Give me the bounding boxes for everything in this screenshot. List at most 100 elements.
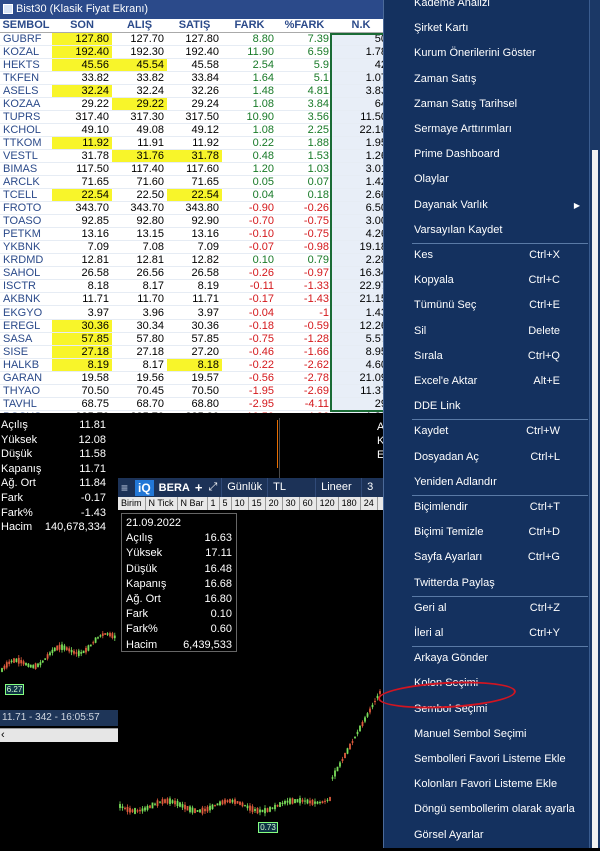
table-row[interactable]: HEKTS 45.56 45.54 45.58 2.54 5.9 42 <box>0 58 390 72</box>
cell-sym[interactable]: TUPRS <box>0 110 52 124</box>
cell-nk[interactable]: 2.66 <box>332 188 390 203</box>
cell-fark[interactable]: -0.10 <box>222 227 277 242</box>
interval-nbar[interactable]: N Bar <box>178 497 208 510</box>
cell-nk[interactable]: 1.26 <box>332 149 390 163</box>
cell-son[interactable]: 68.75 <box>52 397 112 411</box>
cell-son[interactable]: 117.50 <box>52 162 112 177</box>
cell-sym[interactable]: KOZAA <box>0 97 52 111</box>
table-row[interactable]: VESTL 31.78 31.76 31.78 0.48 1.53 1.26 <box>0 149 390 163</box>
menu-item[interactable]: Tümünü Seç Ctrl+E <box>384 293 590 318</box>
cell-fark[interactable]: -0.56 <box>222 371 277 385</box>
cell-fark[interactable]: -0.26 <box>222 266 277 281</box>
cell-son[interactable]: 32.24 <box>52 84 112 98</box>
cell-fark[interactable]: -0.17 <box>222 292 277 307</box>
table-row[interactable]: KOZAA 29.22 29.22 29.24 1.08 3.84 64 <box>0 97 390 111</box>
table-row[interactable]: YKBNK 7.09 7.08 7.09 -0.07 -0.98 19.18 <box>0 240 390 255</box>
cell-satis[interactable]: 8.18 <box>167 358 222 372</box>
cell-son[interactable]: 30.36 <box>52 319 112 333</box>
cell-alis[interactable]: 19.56 <box>112 371 167 385</box>
scrollbar-thumb[interactable] <box>592 150 598 848</box>
cell-satis[interactable]: 12.82 <box>167 253 222 268</box>
cell-son[interactable]: 70.50 <box>52 384 112 398</box>
cell-satis[interactable]: 11.71 <box>167 292 222 307</box>
cell-sym[interactable]: ASELS <box>0 84 52 98</box>
cell-alis[interactable]: 45.54 <box>112 58 167 72</box>
cell-satis[interactable]: 92.90 <box>167 214 222 229</box>
table-row[interactable]: FROTO 343.70 343.70 343.80 -0.90 -0.26 6.50 <box>0 201 390 216</box>
cell-alis[interactable]: 11.91 <box>112 136 167 150</box>
cell-son[interactable]: 22.54 <box>52 188 112 203</box>
cell-fark[interactable]: -0.07 <box>222 240 277 255</box>
table-row[interactable]: AKBNK 11.71 11.70 11.71 -0.17 -1.43 21.15 <box>0 292 390 307</box>
cell-alis[interactable]: 71.60 <box>112 175 167 190</box>
cell-satis[interactable]: 57.85 <box>167 332 222 346</box>
cell-satis[interactable]: 45.58 <box>167 58 222 72</box>
cell-alis[interactable]: 11.70 <box>112 292 167 307</box>
cell-sym[interactable]: EKGYO <box>0 305 52 320</box>
table-row[interactable]: PETKM 13.16 13.15 13.16 -0.10 -0.75 4.26 <box>0 227 390 242</box>
cell-sym[interactable]: YKBNK <box>0 240 52 255</box>
table-row[interactable]: ARCLK 71.65 71.60 71.65 0.05 0.07 1.42 <box>0 175 390 190</box>
menu-item[interactable]: Zaman Satış <box>384 67 590 92</box>
cell-sym[interactable]: FROTO <box>0 201 52 216</box>
menu-item[interactable]: İleri al Ctrl+Y <box>384 621 590 646</box>
menu-item[interactable]: Dosyadan Aç Ctrl+L <box>384 445 590 470</box>
cell-nk[interactable]: 3.01 <box>332 162 390 177</box>
scroll-left-arrow-icon[interactable]: ‹ <box>1 729 5 742</box>
menu-item[interactable]: Şirket Kartı <box>384 16 590 41</box>
cell-sym[interactable]: TCELL <box>0 188 52 203</box>
cell-satis[interactable]: 30.36 <box>167 319 222 333</box>
cell-pct[interactable]: 5.1 <box>277 71 332 85</box>
cell-pct[interactable]: 0.79 <box>277 253 332 268</box>
menu-item[interactable]: Excel'e Aktar Alt+E <box>384 369 590 394</box>
cell-satis[interactable]: 7.09 <box>167 240 222 255</box>
cell-fark[interactable]: 8.80 <box>222 32 277 46</box>
cell-son[interactable]: 8.18 <box>52 279 112 294</box>
menu-item[interactable]: Biçimi Temizle Ctrl+D <box>384 520 590 545</box>
cell-alis[interactable]: 7.08 <box>112 240 167 255</box>
cell-son[interactable]: 7.09 <box>52 240 112 255</box>
menu-item[interactable]: Kes Ctrl+X <box>384 243 590 268</box>
menu-item[interactable]: Sembolleri Favori Listeme Ekle <box>384 747 590 772</box>
cell-pct[interactable]: -1.43 <box>277 292 332 307</box>
interval-15[interactable]: 15 <box>249 497 266 510</box>
cell-satis[interactable]: 8.19 <box>167 279 222 294</box>
cell-fark[interactable]: -0.22 <box>222 358 277 372</box>
cell-fark[interactable]: 1.08 <box>222 97 277 111</box>
cell-pct[interactable]: 7.39 <box>277 32 332 46</box>
cell-satis[interactable]: 19.57 <box>167 371 222 385</box>
cell-sym[interactable]: KRDMD <box>0 253 52 268</box>
cell-son[interactable]: 49.10 <box>52 123 112 137</box>
cell-nk[interactable]: 1.42 <box>332 175 390 190</box>
table-row[interactable]: TOASO 92.85 92.80 92.90 -0.70 -0.75 3.00 <box>0 214 390 229</box>
cell-nk[interactable]: 2.28 <box>332 253 390 268</box>
table-row[interactable]: GUBRF 127.80 127.70 127.80 8.80 7.39 50 <box>0 32 390 46</box>
cell-son[interactable]: 12.81 <box>52 253 112 268</box>
interval-60[interactable]: 60 <box>300 497 317 510</box>
scale-selector[interactable]: Lineer <box>316 478 363 497</box>
cell-satis[interactable]: 31.78 <box>167 149 222 163</box>
menu-item[interactable]: Yeniden Adlandır <box>384 470 590 495</box>
cell-alis[interactable]: 49.08 <box>112 123 167 137</box>
cell-pct[interactable]: -1.33 <box>277 279 332 294</box>
menu-item[interactable]: Manuel Sembol Seçimi <box>384 722 590 747</box>
cell-alis[interactable]: 192.30 <box>112 45 167 59</box>
interval-24[interactable]: 24 <box>361 497 378 510</box>
table-row[interactable]: TUPRS 317.40 317.30 317.50 10.90 3.56 11.50 <box>0 110 390 124</box>
cell-son[interactable]: 33.82 <box>52 71 112 85</box>
interval-5[interactable]: 5 <box>220 497 232 510</box>
cell-satis[interactable]: 117.60 <box>167 162 222 177</box>
cell-son[interactable]: 235.70 <box>52 410 112 413</box>
cell-satis[interactable]: 127.80 <box>167 32 222 46</box>
cell-satis[interactable]: 29.24 <box>167 97 222 111</box>
cell-satis[interactable]: 68.80 <box>167 397 222 411</box>
cell-alis[interactable]: 70.45 <box>112 384 167 398</box>
menu-item[interactable]: Dayanak Varlık ▶ <box>384 193 590 218</box>
menu-item[interactable]: Zaman Satış Tarihsel <box>384 92 590 117</box>
cell-alis[interactable]: 12.81 <box>112 253 167 268</box>
menu-item[interactable]: Varsayılan Kaydet <box>384 218 590 243</box>
cell-nk[interactable]: 6.50 <box>332 201 390 216</box>
cell-fark[interactable]: 2.54 <box>222 58 277 72</box>
cell-son[interactable]: 26.58 <box>52 266 112 281</box>
cell-nk[interactable]: 4.26 <box>332 227 390 242</box>
